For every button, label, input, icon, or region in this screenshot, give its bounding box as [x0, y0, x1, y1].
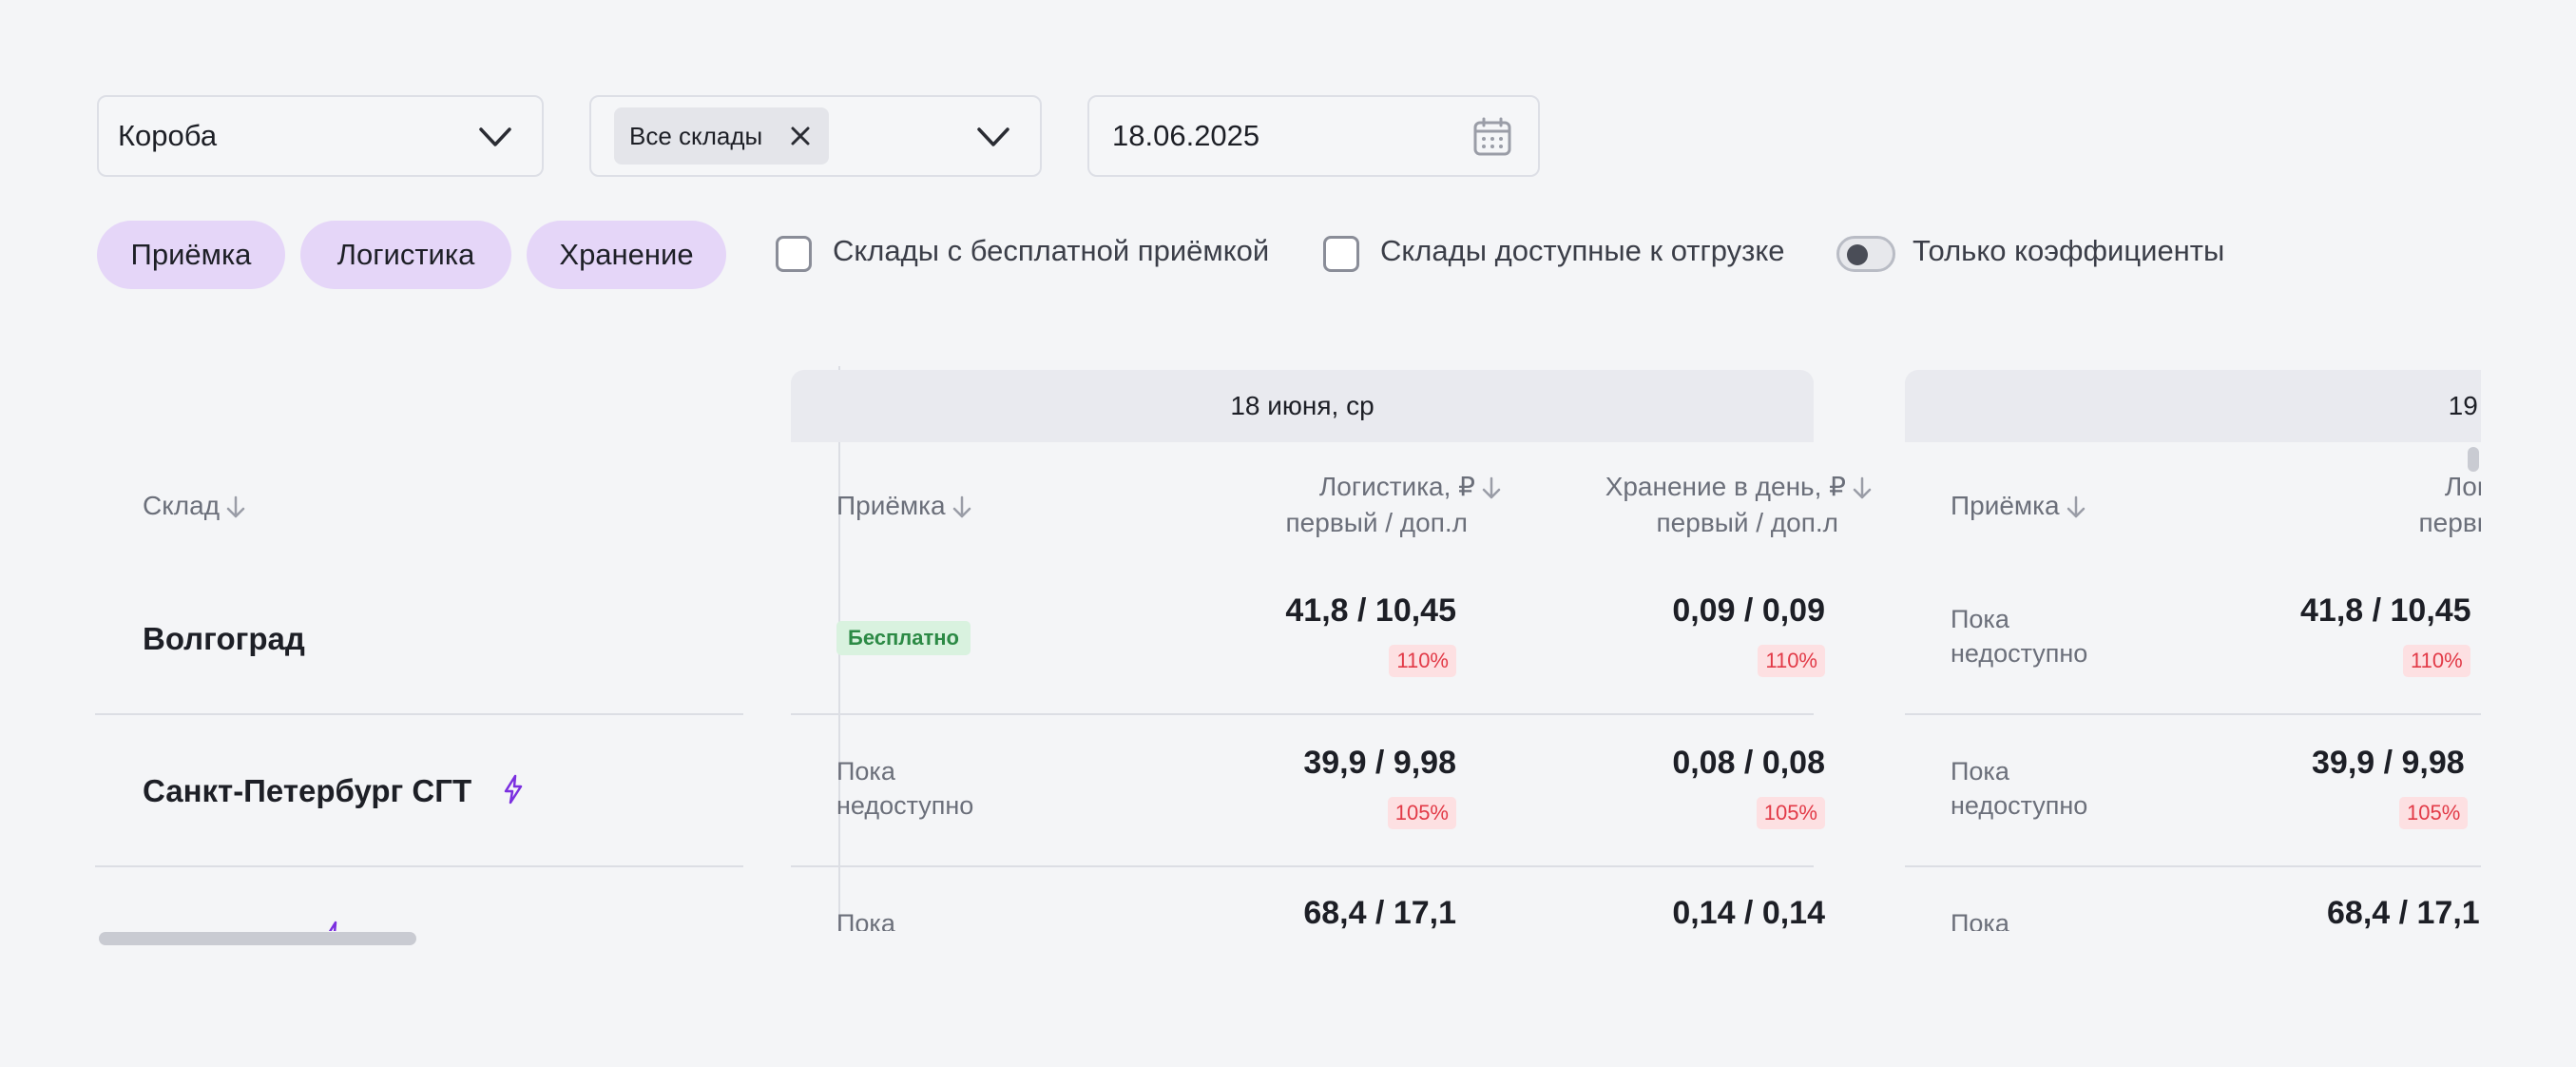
warehouse-name[interactable]: Санкт-Петербург СГТ: [143, 773, 526, 809]
tab-storage[interactable]: Хранение: [527, 221, 726, 289]
package-type-value: Короба: [118, 119, 218, 152]
coefficient-badge: 110%: [1389, 645, 1456, 677]
free-acceptance-checkbox[interactable]: [776, 236, 812, 272]
warehouse-chip-label: Все склады: [629, 121, 763, 150]
logistics-value: 68,4 / 17,1: [2327, 895, 2480, 931]
tab-acceptance[interactable]: Приёмка: [97, 221, 285, 289]
day-header-1: 18 июня, ср: [791, 370, 1814, 442]
only-coefficients-toggle[interactable]: [1836, 236, 1895, 272]
lightning-icon: [328, 921, 337, 931]
acceptance-status: Пока: [1951, 909, 2009, 931]
logistics-value: 39,9 / 9,98: [1303, 745, 1456, 781]
row-divider: [95, 865, 743, 867]
calendar-icon[interactable]: [1471, 116, 1513, 158]
arrow-down-icon: [1482, 476, 1501, 498]
coefficient-badge: 105%: [1387, 797, 1456, 829]
row-divider: [95, 713, 743, 715]
logistics-column-header-day2[interactable]: Логистика, ₽ первый / доп.л: [2316, 469, 2481, 541]
storage-value: 0,09 / 0,09: [1672, 592, 1825, 629]
acceptance-status: Пока недоступно: [1951, 605, 2088, 668]
tariff-table: 18 июня, ср 19 июня, ч Склад Приёмка Лог…: [95, 366, 2481, 931]
free-acceptance-badge: Бесплатно: [836, 621, 971, 655]
available-shipment-checkbox[interactable]: [1323, 236, 1359, 272]
toggle-knob: [1847, 244, 1868, 265]
coefficient-badge: 110%: [2403, 645, 2470, 677]
arrow-down-icon: [2067, 495, 2085, 517]
lightning-icon: [505, 774, 523, 805]
coefficient-badge: 105%: [2399, 797, 2469, 829]
warehouse-name[interactable]: Волгоград: [143, 621, 305, 657]
vertical-scrollbar[interactable]: [2468, 447, 2479, 472]
acceptance-column-header-day2[interactable]: Приёмка: [1951, 488, 2086, 524]
arrow-down-icon: [226, 495, 245, 517]
row-divider: [1905, 713, 2481, 715]
row-divider: [1905, 865, 2481, 867]
logistics-value: 39,9 / 9,98: [2312, 745, 2465, 781]
row-divider: [791, 865, 1814, 867]
logistics-value: 68,4 / 17,1: [1303, 895, 1456, 931]
available-shipment-label: Склады доступные к отгрузке: [1380, 234, 1785, 267]
only-coefficients-label: Только коэффициенты: [1913, 234, 2225, 267]
warehouse-chip: Все склады: [614, 107, 830, 165]
logistics-column-header[interactable]: Логистика, ₽ первый / доп.л: [1286, 469, 1502, 541]
logistics-value: 41,8 / 10,45: [1285, 592, 1456, 629]
tab-logistics[interactable]: Логистика: [300, 221, 511, 289]
date-value: 18.06.2025: [1112, 119, 1260, 152]
horizontal-scrollbar[interactable]: [99, 932, 416, 945]
acceptance-column-header[interactable]: Приёмка: [836, 488, 972, 524]
coefficient-badge: 105%: [1756, 797, 1825, 829]
arrow-down-icon: [1853, 476, 1872, 498]
chevron-down-icon: [977, 127, 1009, 146]
free-acceptance-label: Склады с бесплатной приёмкой: [833, 234, 1270, 267]
arrow-down-icon: [952, 495, 971, 517]
warehouse-select[interactable]: Все склады: [589, 95, 1042, 177]
storage-value: 0,14 / 0,14: [1672, 895, 1825, 931]
package-type-select[interactable]: Короба: [97, 95, 544, 177]
warehouse-column-header[interactable]: Склад: [143, 488, 246, 524]
logistics-value: 41,8 / 10,45: [2300, 592, 2471, 629]
acceptance-status: Пока недоступно: [1951, 757, 2088, 820]
coefficient-badge: 110%: [1758, 645, 1825, 677]
storage-column-header[interactable]: Хранение в день, ₽ первый / доп.л: [1605, 469, 1873, 541]
storage-value: 0,08 / 0,08: [1672, 745, 1825, 781]
acceptance-status: Пока: [836, 909, 895, 931]
row-divider: [791, 713, 1814, 715]
day-header-2: 19 июня, ч: [1905, 370, 2481, 442]
date-input[interactable]: 18.06.2025: [1087, 95, 1540, 177]
close-icon[interactable]: [787, 123, 814, 149]
chevron-down-icon: [479, 127, 511, 146]
acceptance-status: Пока недоступно: [836, 757, 974, 820]
